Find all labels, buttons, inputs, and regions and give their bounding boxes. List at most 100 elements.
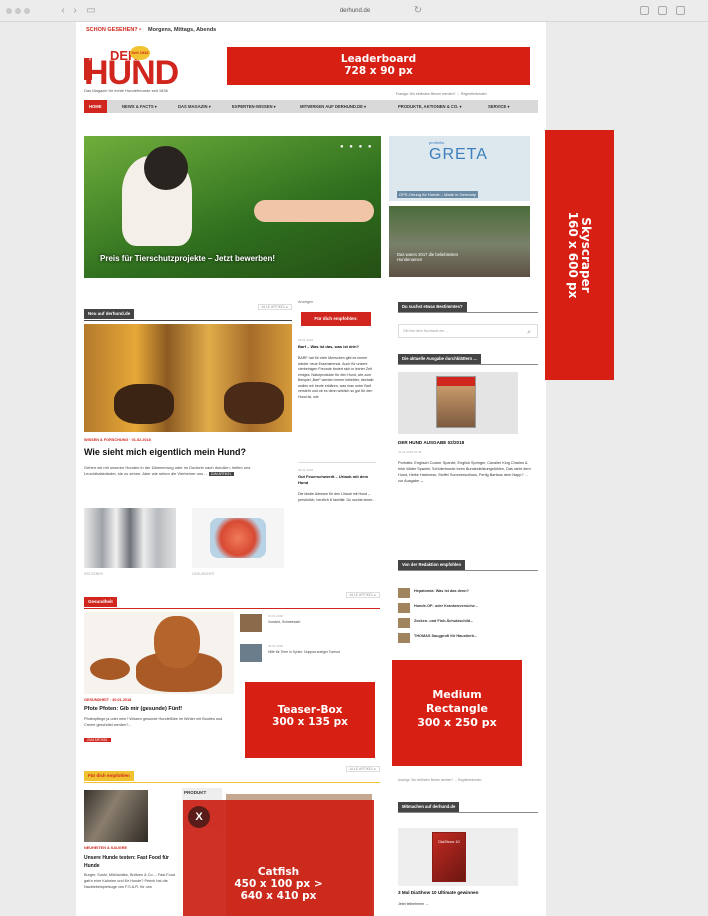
- main-navigation: HOME NEWS & FACTS ▾ DAS MAGAZIN ▾ EXPERT…: [84, 100, 538, 113]
- dog-paw: [90, 658, 130, 680]
- mid-item-title[interactable]: Barf – Was ist das, was ist drin?: [298, 344, 376, 350]
- ad-teaser-box[interactable]: Teaser-Box 300 x 135 px: [245, 682, 375, 758]
- nav-item-home[interactable]: HOME: [84, 100, 107, 113]
- section-recommended-all-link[interactable]: ALLE ARTIKEL ▸: [345, 766, 380, 772]
- mid-item-text: Die ideale Adresse für den Urlaub mit Hu…: [298, 492, 376, 502]
- magazine-cover: [436, 376, 476, 428]
- window-close-dot[interactable]: [6, 8, 12, 14]
- article-title[interactable]: Wie sieht mich eigentlich mein Hund?: [84, 447, 246, 457]
- read-more-button[interactable]: ZUM ARTIKEL: [84, 738, 111, 742]
- greta-small-label: prothelis: [429, 140, 445, 145]
- search-icon[interactable]: ⌕: [527, 327, 531, 339]
- side-item-title[interactable]: Hilfe für Tiere in Syrien: Nuppsa sneige…: [268, 650, 368, 655]
- greta-promo[interactable]: prothelis GRETA GPS-Ortung für Hunde – M…: [389, 136, 530, 201]
- dog-in-leaves-2: [224, 382, 284, 424]
- nav-item-news[interactable]: NEWS & FACTS ▾: [122, 100, 157, 113]
- contest-title[interactable]: 3 Mal DiaShow 10 Ultimate gewinnen: [398, 890, 478, 895]
- article-image-paw-dog[interactable]: [84, 612, 234, 694]
- mid-item-title[interactable]: Gut Feuerschwerdt – Urlaub mit dem Hund: [298, 474, 376, 485]
- hero-slider[interactable]: ● ● ● ● Preis für Tierschutzprojekte – J…: [84, 136, 381, 278]
- share-icon[interactable]: [658, 6, 667, 15]
- tabs-icon[interactable]: [676, 6, 685, 15]
- ad-catfish-size-expanded: 640 x 410 px: [240, 890, 317, 902]
- section-new: Neu auf derhund.de ALLE ARTIKEL ▸: [84, 302, 292, 321]
- dog-names-caption: Das waren 2017 die beliebtesten Hundenam…: [397, 252, 458, 262]
- issue-title[interactable]: DER HUND AUSGABE 02/2018: [398, 440, 464, 445]
- contest-image[interactable]: DiaShow 10: [398, 828, 518, 886]
- ad-catfish-size: 450 x 100 px >: [234, 878, 323, 890]
- hero-caption[interactable]: Preis für Tierschutzprojekte – Jetzt bew…: [100, 254, 275, 263]
- article-thumb-ice[interactable]: [192, 508, 284, 568]
- read-more-button[interactable]: ZUM ARTIKEL: [208, 472, 234, 476]
- diashow-box: DiaShow 10: [432, 832, 466, 882]
- search-heading: Du suchst etwas Bestimmtes?: [398, 302, 528, 312]
- article-image-dogs-food[interactable]: [84, 790, 148, 842]
- section-new-all-link[interactable]: ALLE ARTIKEL ▸: [257, 304, 292, 310]
- slider-dots[interactable]: ● ● ● ●: [340, 144, 374, 150]
- editor-item[interactable]: Hunde-OP- oder Krankenversiche...: [398, 601, 538, 615]
- frozen-meat-image: [210, 518, 266, 558]
- nav-item-produkte[interactable]: PRODUKTE, AKTIONEN & CO. ▾: [398, 100, 462, 113]
- back-icon[interactable]: ‹: [58, 5, 68, 17]
- site-tagline: Das Magazin für echte Hundefreunde seit …: [84, 88, 168, 93]
- sidebar-toggle-icon[interactable]: ▭: [86, 5, 96, 17]
- top-news-link[interactable]: Morgens, Mittags, Abends: [148, 22, 216, 38]
- dog-names-promo[interactable]: Das waren 2017 die beliebtesten Hundenam…: [389, 206, 530, 277]
- article-teaser-text: Pfotenpflege ja oder nein? Wissen gesund…: [84, 717, 223, 727]
- side-thumb[interactable]: [240, 644, 262, 662]
- search-placeholder: Gib hier dein Suchwort ein ...: [403, 329, 448, 333]
- middle-column-label: Anzeigen: [298, 300, 313, 304]
- nav-item-magazin[interactable]: DAS MAGAZIN ▾: [178, 100, 211, 113]
- ad-leaderboard-name: Leaderboard: [340, 53, 417, 65]
- magazine-cover-image[interactable]: [398, 372, 518, 434]
- side-thumb[interactable]: [240, 614, 262, 632]
- nav-item-experten[interactable]: EXPERTEN-WISSEN ▾: [232, 100, 276, 113]
- editor-item-label: Zecken- und Floh-Schutzschild...: [414, 619, 474, 623]
- section-health-all-link[interactable]: ALLE ARTIKEL ▸: [345, 592, 380, 598]
- article-thumb-harness[interactable]: [84, 508, 176, 568]
- window-zoom-dot[interactable]: [24, 8, 30, 14]
- editor-item[interactable]: THOMAS Saugprofi für Haustierb...: [398, 631, 538, 645]
- ad-medium-rectangle[interactable]: Medium Rectangle 300 x 250 px: [392, 660, 522, 766]
- issue-heading: Die aktuelle Ausgabe durchblättern ...: [398, 354, 528, 364]
- site-logo[interactable]: derhund DER HUND Seit 1932: [84, 46, 184, 92]
- editor-item[interactable]: Hepatomia: Was ist das denn?: [398, 586, 538, 600]
- article-image-dogs-leaves[interactable]: [84, 324, 292, 432]
- ad-teaser-size: 300 x 135 px: [272, 716, 348, 728]
- schon-gesehen-label: SCHON GESEHEN? •: [86, 27, 142, 33]
- contest-link[interactable]: Jetzt teilnehmen →: [398, 902, 429, 906]
- editor-item-thumb: [398, 588, 410, 598]
- side-item-date: 30.01.2018: [268, 614, 284, 618]
- section-health-rule: [84, 608, 380, 609]
- forward-icon[interactable]: ›: [70, 5, 80, 17]
- editor-item-thumb: [398, 603, 410, 613]
- ad-skyscraper[interactable]: Skyscraper 160 x 600 px: [545, 130, 614, 380]
- editor-item-label: THOMAS Saugprofi für Haustierb...: [414, 634, 478, 638]
- editor-item[interactable]: Zecken- und Floh-Schutzschild...: [398, 616, 538, 630]
- side-item-date: 30.01.2018: [268, 644, 284, 648]
- close-icon[interactable]: X: [188, 806, 210, 828]
- ad-leaderboard[interactable]: Leaderboard 728 x 90 px: [227, 47, 530, 85]
- article-title[interactable]: Pfote Pfoten: Gib mir (gesunde) Fünf!: [84, 706, 182, 712]
- download-icon[interactable]: [640, 6, 649, 15]
- nav-item-service[interactable]: SERVICE ▾: [488, 100, 510, 113]
- side-item-title[interactable]: Vorsicht, Schneesalz!: [268, 620, 368, 625]
- search-input[interactable]: Gib hier dein Suchwort ein ... ⌕: [398, 324, 538, 338]
- dog-in-leaves-1: [114, 384, 174, 424]
- reload-icon[interactable]: ↻: [413, 5, 423, 17]
- article-teaser-text: Burger, Sushi, Milchshäke, Brötzen & Co.…: [84, 873, 175, 889]
- window-minimize-dot[interactable]: [15, 8, 21, 14]
- issue-date: 01.01.2018 02:38: [398, 450, 422, 454]
- section-recommended: Für dich empfohlen ALLE ARTIKEL ▸: [84, 764, 380, 783]
- editor-heading-text: Von der Redaktion empfohlen: [398, 560, 466, 570]
- recommended-button[interactable]: Für dich empfohlen:: [301, 312, 371, 326]
- ad-catfish[interactable]: Catfish 450 x 100 px > 640 x 410 px: [183, 800, 374, 916]
- sidebar-info: Anzeige, Wo einfinden Benne werden? → Re…: [398, 778, 482, 782]
- nav-item-mitwirken[interactable]: MITWIRKEN AUF DERHUND.DE ▾: [300, 100, 366, 113]
- editor-item-thumb: [398, 618, 410, 628]
- article-title[interactable]: Unsere Hunde testen: Fast Food für Hunde: [84, 854, 176, 870]
- mid-divider: [298, 462, 376, 463]
- website-page: SCHON GESEHEN? • Morgens, Mittags, Abend…: [76, 22, 546, 916]
- editor-item-label: Hepatomia: Was ist das denn?: [414, 589, 469, 593]
- header-info-text: Frasiga: Wo einfinden Benne werden? → Re…: [396, 92, 487, 96]
